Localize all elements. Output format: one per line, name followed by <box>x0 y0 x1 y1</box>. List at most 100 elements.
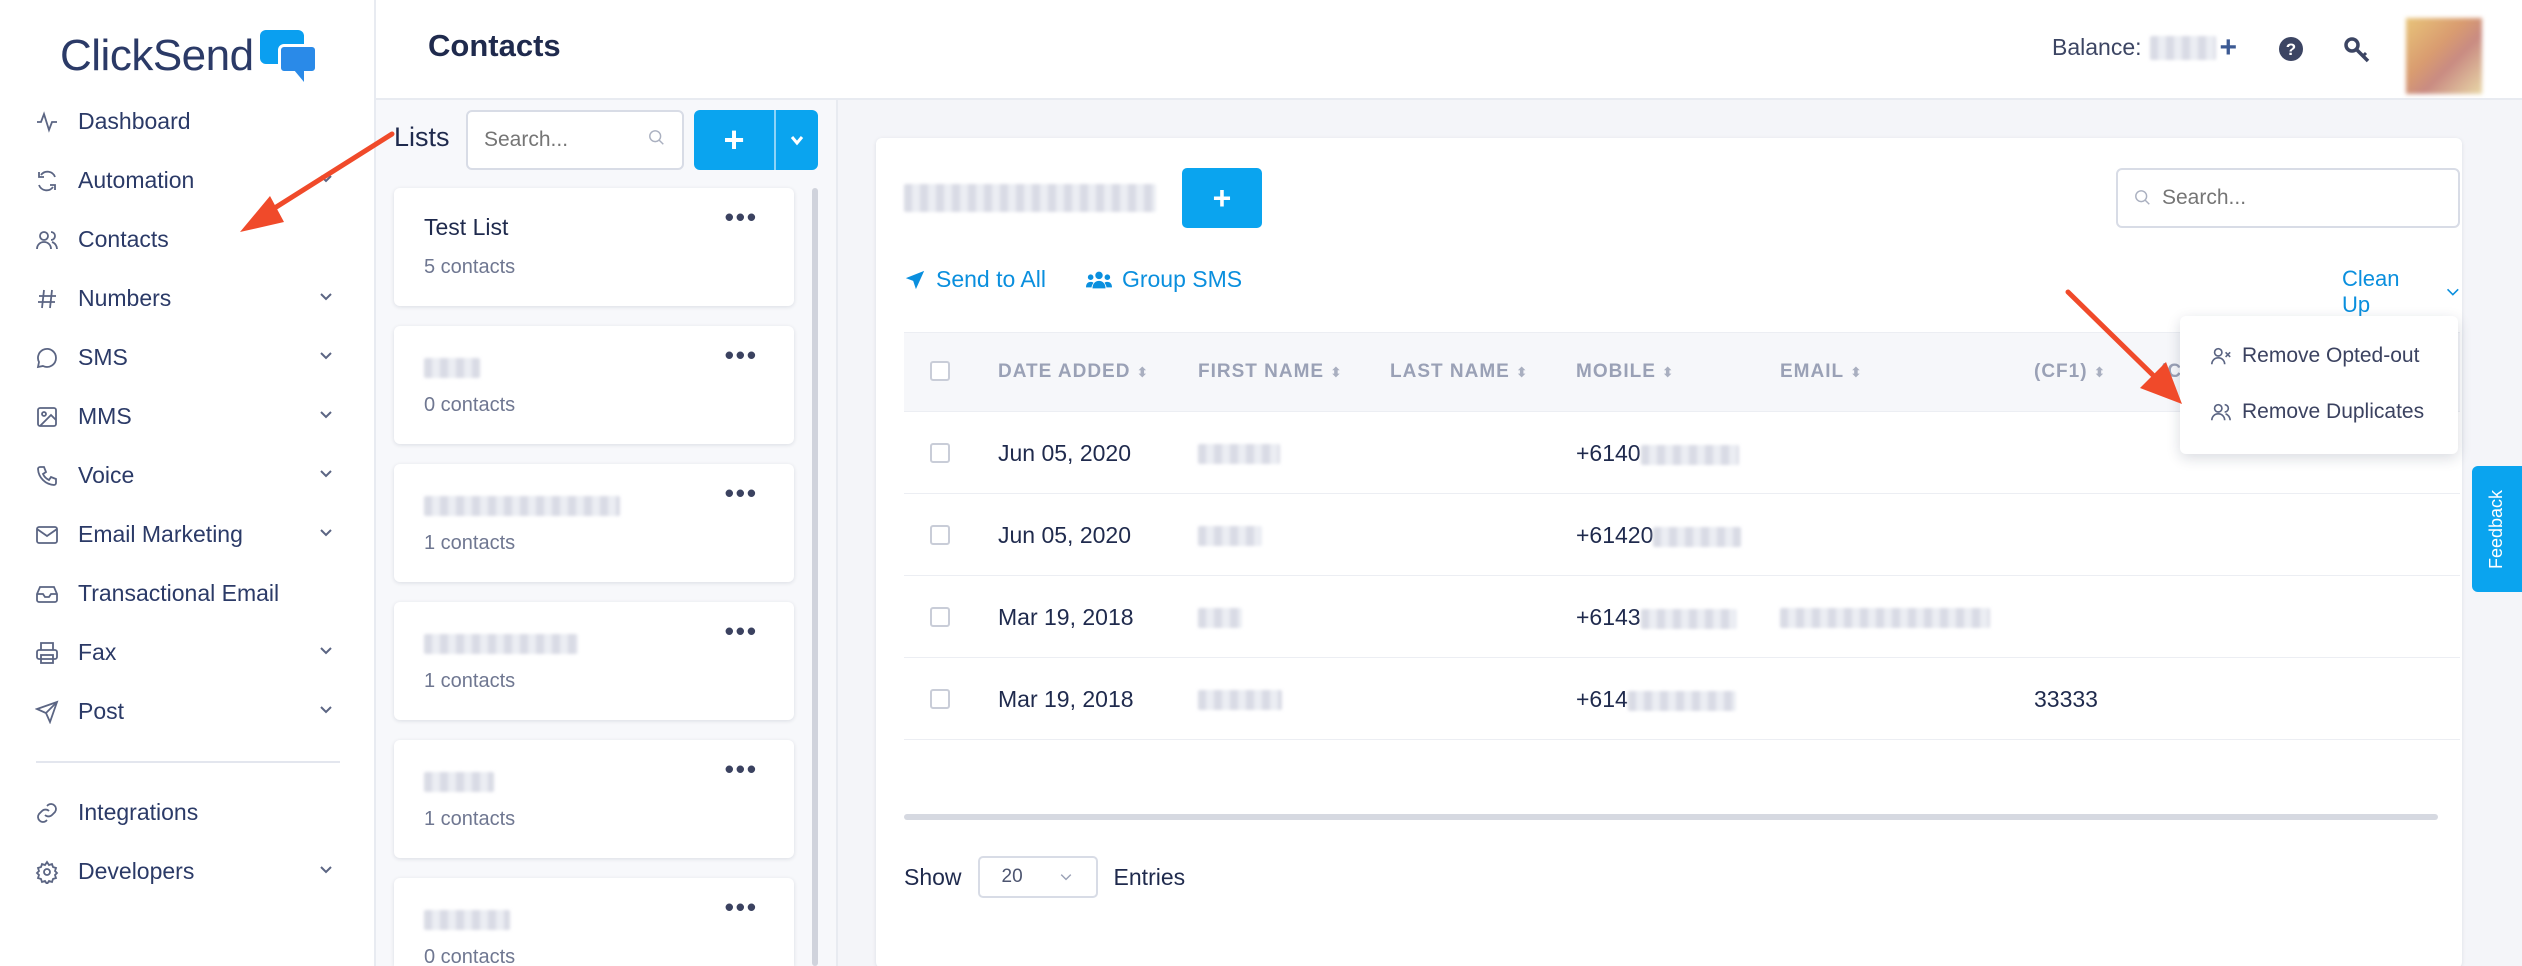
top-header: Contacts Balance: + ? <box>376 0 2522 100</box>
list-card[interactable]: Test List 5 contacts ••• <box>394 188 794 306</box>
table-row[interactable]: Mar 19, 2018 +6143 <box>904 576 2460 658</box>
user-x-icon <box>2211 347 2231 365</box>
chevron-down-icon[interactable] <box>316 462 336 489</box>
column-header-cf1[interactable]: (CF1) ⬍ <box>2034 361 2106 383</box>
chat-bubbles-icon <box>259 30 318 82</box>
more-options-icon[interactable]: ••• <box>725 616 758 647</box>
account-balance: Balance: + <box>2052 32 2238 62</box>
row-checkbox[interactable] <box>930 689 950 709</box>
add-balance-button[interactable]: + <box>2220 32 2238 62</box>
sidebar-item-contacts[interactable]: Contacts <box>0 210 376 269</box>
sidebar-item-automation[interactable]: Automation <box>0 151 376 210</box>
balance-label: Balance: <box>2052 34 2142 60</box>
list-card[interactable]: 1 contacts ••• <box>394 740 794 858</box>
chevron-down-icon[interactable] <box>316 858 336 885</box>
chevron-down-icon[interactable] <box>316 344 336 371</box>
row-checkbox[interactable] <box>930 443 950 463</box>
row-checkbox[interactable] <box>930 607 950 627</box>
column-header-email[interactable]: EMAIL ⬍ <box>1780 361 1863 383</box>
column-header-first-name[interactable]: FIRST NAME ⬍ <box>1198 361 1343 383</box>
send-to-all-link[interactable]: Send to All <box>904 266 1046 293</box>
sidebar-item-sms[interactable]: SMS <box>0 328 376 387</box>
add-list-dropdown[interactable] <box>774 110 818 170</box>
send-to-all-label: Send to All <box>936 266 1046 292</box>
sidebar-item-label: Integrations <box>78 799 199 825</box>
list-title-redacted <box>904 184 1156 212</box>
activity-icon <box>34 109 60 135</box>
add-list-button[interactable]: + <box>694 110 774 170</box>
chevron-down-icon[interactable] <box>316 403 336 430</box>
add-contact-button[interactable]: + <box>1182 168 1262 228</box>
help-icon[interactable]: ? <box>2276 34 2306 64</box>
group-sms-link[interactable]: Group SMS <box>1085 266 1242 293</box>
chevron-down-icon[interactable] <box>316 521 336 548</box>
sidebar-item-developers[interactable]: Developers <box>0 842 376 901</box>
lists-search-input[interactable] <box>484 128 624 152</box>
sidebar-item-label: Dashboard <box>78 108 191 134</box>
key-icon[interactable] <box>2342 34 2372 64</box>
contacts-search-input[interactable] <box>2162 186 2442 210</box>
chevron-down-icon[interactable] <box>316 698 336 725</box>
list-name-redacted <box>424 904 764 934</box>
list-name: Test List <box>424 214 509 240</box>
select-all-checkbox[interactable] <box>930 361 950 381</box>
cell-first-name-redacted <box>1198 526 1262 546</box>
sidebar-item-mms[interactable]: MMS <box>0 387 376 446</box>
sidebar-item-transactional-email[interactable]: Transactional Email <box>0 564 376 623</box>
lists-scrollbar[interactable] <box>812 188 818 966</box>
lists-search-box[interactable] <box>466 110 684 170</box>
clean-up-menu: Remove Opted-out Remove Duplicates <box>2180 316 2458 454</box>
more-options-icon[interactable]: ••• <box>725 892 758 923</box>
column-header-last-name[interactable]: LAST NAME ⬍ <box>1390 361 1529 383</box>
sidebar-item-fax[interactable]: Fax <box>0 623 376 682</box>
sidebar-item-label: SMS <box>78 344 128 370</box>
row-checkbox[interactable] <box>930 525 950 545</box>
column-header-date-added[interactable]: DATE ADDED ⬍ <box>998 361 1149 383</box>
phone-icon <box>34 463 60 489</box>
more-options-icon[interactable]: ••• <box>725 478 758 509</box>
sidebar-item-label: MMS <box>78 403 132 429</box>
clicksend-logo[interactable]: ClickSend <box>60 28 318 84</box>
sidebar-item-dashboard[interactable]: Dashboard <box>0 92 376 151</box>
cell-date-added: Jun 05, 2020 <box>998 522 1132 548</box>
chevron-down-icon[interactable] <box>316 285 336 312</box>
sidebar-item-integrations[interactable]: Integrations <box>0 783 376 842</box>
more-options-icon[interactable]: ••• <box>725 202 758 233</box>
more-options-icon[interactable]: ••• <box>725 340 758 371</box>
list-card[interactable]: 1 contacts ••• <box>394 464 794 582</box>
more-options-icon[interactable]: ••• <box>725 754 758 785</box>
sidebar-item-label: Voice <box>78 462 135 488</box>
cell-date-added: Mar 19, 2018 <box>998 604 1134 630</box>
cell-mobile: +614 <box>1576 686 1736 713</box>
user-avatar[interactable] <box>2406 18 2482 94</box>
list-count: 5 contacts <box>424 256 516 278</box>
list-card[interactable]: 0 contacts ••• <box>394 326 794 444</box>
sidebar-item-numbers[interactable]: Numbers <box>0 269 376 328</box>
feedback-tab[interactable]: Feedback <box>2472 466 2522 592</box>
chevron-down-icon[interactable] <box>316 167 336 194</box>
column-header-cf2[interactable]: (C <box>2160 361 2182 383</box>
sidebar-divider <box>36 761 340 763</box>
table-horizontal-scrollbar[interactable] <box>904 814 2438 820</box>
column-header-mobile[interactable]: MOBILE ⬍ <box>1576 361 1675 383</box>
chevron-down-icon[interactable] <box>316 639 336 666</box>
clean-up-dropdown[interactable]: Clean Up <box>2342 266 2462 318</box>
cell-email-redacted <box>1780 608 1990 628</box>
list-card[interactable]: 0 contacts ••• <box>394 878 794 966</box>
sidebar-item-post[interactable]: Post <box>0 682 376 741</box>
sidebar-item-voice[interactable]: Voice <box>0 446 376 505</box>
contacts-main-area: + Send to All Group SMS Clean Up DATE AD… <box>838 100 2522 966</box>
list-card[interactable]: 1 contacts ••• <box>394 602 794 720</box>
table-row[interactable]: Jun 05, 2020 +61420 <box>904 494 2460 576</box>
table-row[interactable]: Mar 19, 2018 +614 33333 <box>904 658 2460 740</box>
paper-plane-icon <box>905 270 925 289</box>
remove-opted-out-menu-item[interactable]: Remove Opted-out <box>2180 328 2458 384</box>
entries-per-page-select[interactable]: 20 <box>977 856 1098 898</box>
contacts-search-box[interactable] <box>2116 168 2460 228</box>
sidebar-item-label: Contacts <box>78 226 169 252</box>
remove-duplicates-menu-item[interactable]: Remove Duplicates <box>2180 384 2458 440</box>
hash-icon <box>34 286 60 312</box>
list-count: 0 contacts <box>424 394 516 416</box>
add-list-split-button: + <box>694 110 818 170</box>
sidebar-item-email-marketing[interactable]: Email Marketing <box>0 505 376 564</box>
